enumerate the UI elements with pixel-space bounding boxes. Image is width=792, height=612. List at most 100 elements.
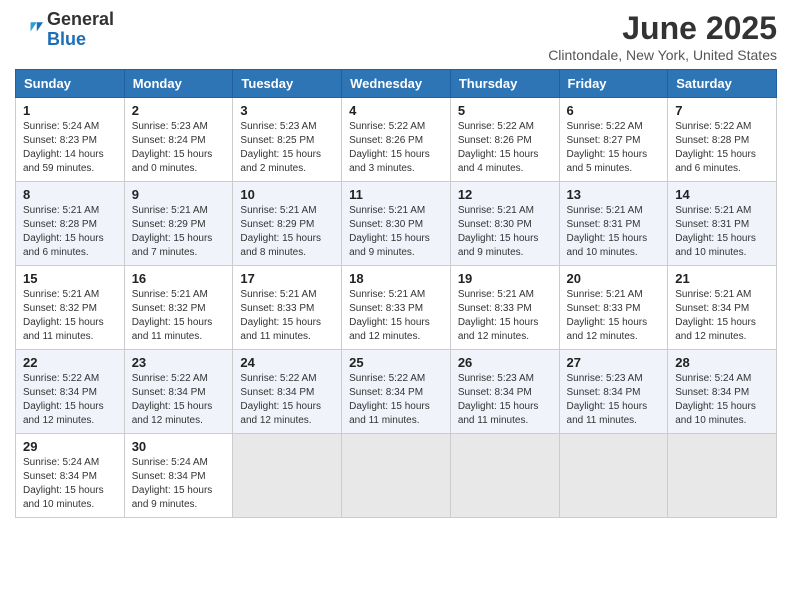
day-number: 25 bbox=[349, 355, 443, 370]
day-info: Sunrise: 5:21 AMSunset: 8:30 PMDaylight:… bbox=[458, 204, 552, 260]
day-cell: 13 Sunrise: 5:21 AMSunset: 8:31 PMDayligh… bbox=[559, 182, 668, 266]
day-number: 4 bbox=[349, 103, 443, 118]
day-number: 23 bbox=[132, 355, 226, 370]
day-number: 17 bbox=[240, 271, 334, 286]
day-cell bbox=[559, 434, 668, 518]
weekday-header-sunday: Sunday bbox=[16, 70, 125, 98]
title-area: June 2025 Clintondale, New York, United … bbox=[548, 10, 777, 63]
week-row-2: 8 Sunrise: 5:21 AMSunset: 8:28 PMDaylight… bbox=[16, 182, 777, 266]
day-cell bbox=[668, 434, 777, 518]
day-info: Sunrise: 5:21 AMSunset: 8:34 PMDaylight:… bbox=[675, 288, 769, 344]
day-number: 27 bbox=[567, 355, 661, 370]
day-info: Sunrise: 5:21 AMSunset: 8:33 PMDaylight:… bbox=[349, 288, 443, 344]
day-info: Sunrise: 5:22 AMSunset: 8:34 PMDaylight:… bbox=[23, 372, 117, 428]
day-cell: 22 Sunrise: 5:22 AMSunset: 8:34 PMDayligh… bbox=[16, 350, 125, 434]
weekday-header-row: SundayMondayTuesdayWednesdayThursdayFrid… bbox=[16, 70, 777, 98]
day-number: 8 bbox=[23, 187, 117, 202]
day-cell: 21 Sunrise: 5:21 AMSunset: 8:34 PMDayligh… bbox=[668, 266, 777, 350]
day-cell: 11Sunrise: 5:21 AMSunset: 8:30 PMDayligh… bbox=[342, 182, 451, 266]
day-number: 7 bbox=[675, 103, 769, 118]
weekday-header-friday: Friday bbox=[559, 70, 668, 98]
weekday-header-thursday: Thursday bbox=[450, 70, 559, 98]
day-number: 12 bbox=[458, 187, 552, 202]
week-row-5: 29 Sunrise: 5:24 AMSunset: 8:34 PMDayligh… bbox=[16, 434, 777, 518]
day-info: Sunrise: 5:24 AMSunset: 8:34 PMDaylight:… bbox=[132, 456, 226, 512]
day-info: Sunrise: 5:23 AMSunset: 8:34 PMDaylight:… bbox=[567, 372, 661, 428]
week-row-4: 22 Sunrise: 5:22 AMSunset: 8:34 PMDayligh… bbox=[16, 350, 777, 434]
day-info: Sunrise: 5:23 AMSunset: 8:24 PMDaylight:… bbox=[132, 120, 226, 176]
logo-icon bbox=[15, 16, 43, 44]
logo-blue: Blue bbox=[47, 29, 86, 49]
day-info: Sunrise: 5:21 AMSunset: 8:33 PMDaylight:… bbox=[458, 288, 552, 344]
day-cell bbox=[450, 434, 559, 518]
day-cell: 1 Sunrise: 5:24 AMSunset: 8:23 PMDaylight… bbox=[16, 98, 125, 182]
day-number: 11 bbox=[349, 187, 443, 202]
day-info: Sunrise: 5:22 AMSunset: 8:27 PMDaylight:… bbox=[567, 120, 661, 176]
day-number: 28 bbox=[675, 355, 769, 370]
weekday-header-saturday: Saturday bbox=[668, 70, 777, 98]
day-cell: 25 Sunrise: 5:22 AMSunset: 8:34 PMDayligh… bbox=[342, 350, 451, 434]
day-info: Sunrise: 5:21 AMSunset: 8:28 PMDaylight:… bbox=[23, 204, 117, 260]
day-info: Sunrise: 5:24 AMSunset: 8:34 PMDaylight:… bbox=[23, 456, 117, 512]
day-cell: 20 Sunrise: 5:21 AMSunset: 8:33 PMDayligh… bbox=[559, 266, 668, 350]
day-info: Sunrise: 5:21 AMSunset: 8:33 PMDaylight:… bbox=[567, 288, 661, 344]
day-cell: 18Sunrise: 5:21 AMSunset: 8:33 PMDayligh… bbox=[342, 266, 451, 350]
day-number: 19 bbox=[458, 271, 552, 286]
weekday-header-wednesday: Wednesday bbox=[342, 70, 451, 98]
day-number: 14 bbox=[675, 187, 769, 202]
day-number: 21 bbox=[675, 271, 769, 286]
day-info: Sunrise: 5:24 AMSunset: 8:23 PMDaylight:… bbox=[23, 120, 117, 176]
day-cell: 2 Sunrise: 5:23 AMSunset: 8:24 PMDaylight… bbox=[124, 98, 233, 182]
day-number: 30 bbox=[132, 439, 226, 454]
day-number: 29 bbox=[23, 439, 117, 454]
day-info: Sunrise: 5:22 AMSunset: 8:34 PMDaylight:… bbox=[240, 372, 334, 428]
day-cell: 9Sunrise: 5:21 AMSunset: 8:29 PMDaylight… bbox=[124, 182, 233, 266]
day-number: 1 bbox=[23, 103, 117, 118]
logo-general: General bbox=[47, 9, 114, 29]
day-cell: 19 Sunrise: 5:21 AMSunset: 8:33 PMDayligh… bbox=[450, 266, 559, 350]
day-number: 20 bbox=[567, 271, 661, 286]
day-number: 22 bbox=[23, 355, 117, 370]
day-info: Sunrise: 5:22 AMSunset: 8:26 PMDaylight:… bbox=[458, 120, 552, 176]
day-cell: 15 Sunrise: 5:21 AMSunset: 8:32 PMDayligh… bbox=[16, 266, 125, 350]
location-subtitle: Clintondale, New York, United States bbox=[548, 47, 777, 63]
day-number: 9 bbox=[132, 187, 226, 202]
day-info: Sunrise: 5:21 AMSunset: 8:32 PMDaylight:… bbox=[132, 288, 226, 344]
day-cell: 3Sunrise: 5:23 AMSunset: 8:25 PMDaylight… bbox=[233, 98, 342, 182]
day-cell: 5 Sunrise: 5:22 AMSunset: 8:26 PMDaylight… bbox=[450, 98, 559, 182]
day-cell: 29 Sunrise: 5:24 AMSunset: 8:34 PMDayligh… bbox=[16, 434, 125, 518]
week-row-3: 15 Sunrise: 5:21 AMSunset: 8:32 PMDayligh… bbox=[16, 266, 777, 350]
day-cell: 17 Sunrise: 5:21 AMSunset: 8:33 PMDayligh… bbox=[233, 266, 342, 350]
day-info: Sunrise: 5:21 AMSunset: 8:29 PMDaylight:… bbox=[240, 204, 334, 260]
day-number: 13 bbox=[567, 187, 661, 202]
day-info: Sunrise: 5:22 AMSunset: 8:34 PMDaylight:… bbox=[349, 372, 443, 428]
day-cell bbox=[233, 434, 342, 518]
day-cell: 10 Sunrise: 5:21 AMSunset: 8:29 PMDayligh… bbox=[233, 182, 342, 266]
logo: General Blue bbox=[15, 10, 114, 50]
day-cell bbox=[342, 434, 451, 518]
day-number: 10 bbox=[240, 187, 334, 202]
day-cell: 8 Sunrise: 5:21 AMSunset: 8:28 PMDaylight… bbox=[16, 182, 125, 266]
day-number: 15 bbox=[23, 271, 117, 286]
day-info: Sunrise: 5:21 AMSunset: 8:32 PMDaylight:… bbox=[23, 288, 117, 344]
day-info: Sunrise: 5:22 AMSunset: 8:34 PMDaylight:… bbox=[132, 372, 226, 428]
month-year-title: June 2025 bbox=[548, 10, 777, 47]
day-info: Sunrise: 5:22 AMSunset: 8:28 PMDaylight:… bbox=[675, 120, 769, 176]
day-cell: 27 Sunrise: 5:23 AMSunset: 8:34 PMDayligh… bbox=[559, 350, 668, 434]
day-info: Sunrise: 5:24 AMSunset: 8:34 PMDaylight:… bbox=[675, 372, 769, 428]
day-info: Sunrise: 5:21 AMSunset: 8:31 PMDaylight:… bbox=[675, 204, 769, 260]
day-cell: 16Sunrise: 5:21 AMSunset: 8:32 PMDayligh… bbox=[124, 266, 233, 350]
week-row-1: 1 Sunrise: 5:24 AMSunset: 8:23 PMDaylight… bbox=[16, 98, 777, 182]
day-cell: 28 Sunrise: 5:24 AMSunset: 8:34 PMDayligh… bbox=[668, 350, 777, 434]
day-cell: 14 Sunrise: 5:21 AMSunset: 8:31 PMDayligh… bbox=[668, 182, 777, 266]
day-number: 2 bbox=[132, 103, 226, 118]
weekday-header-monday: Monday bbox=[124, 70, 233, 98]
day-info: Sunrise: 5:23 AMSunset: 8:25 PMDaylight:… bbox=[240, 120, 334, 176]
day-info: Sunrise: 5:21 AMSunset: 8:33 PMDaylight:… bbox=[240, 288, 334, 344]
calendar-table: SundayMondayTuesdayWednesdayThursdayFrid… bbox=[15, 69, 777, 518]
day-info: Sunrise: 5:21 AMSunset: 8:31 PMDaylight:… bbox=[567, 204, 661, 260]
header: General Blue June 2025 Clintondale, New … bbox=[15, 10, 777, 63]
day-number: 5 bbox=[458, 103, 552, 118]
day-cell: 30 Sunrise: 5:24 AMSunset: 8:34 PMDayligh… bbox=[124, 434, 233, 518]
day-cell: 6Sunrise: 5:22 AMSunset: 8:27 PMDaylight… bbox=[559, 98, 668, 182]
